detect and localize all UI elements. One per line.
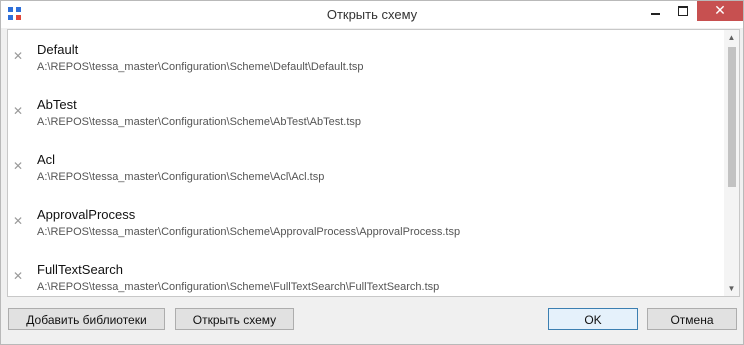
list-item[interactable]: ✕ ApprovalProcess A:\REPOS\tessa_master\… [8,195,724,250]
title-bar: Открыть схему ✕ [1,1,743,28]
open-scheme-button[interactable]: Открыть схему [175,308,294,330]
remove-icon[interactable]: ✕ [13,105,23,117]
scheme-path: A:\REPOS\tessa_master\Configuration\Sche… [37,171,325,183]
scheme-name: Default [37,42,79,57]
window-title: Открыть схему [326,7,418,22]
scroll-down-icon[interactable]: ▼ [724,281,739,296]
open-scheme-dialog: Открыть схему ✕ ✕ Default A:\REPOS\tessa… [0,0,744,345]
close-icon: ✕ [714,2,726,18]
list-item[interactable]: ✕ Acl A:\REPOS\tessa_master\Configuratio… [8,140,724,195]
scheme-name: FullTextSearch [37,262,123,277]
scheme-name: ApprovalProcess [37,207,136,222]
remove-icon[interactable]: ✕ [13,50,23,62]
remove-icon[interactable]: ✕ [13,270,23,282]
scheme-path: A:\REPOS\tessa_master\Configuration\Sche… [37,226,461,238]
scheme-path: A:\REPOS\tessa_master\Configuration\Sche… [37,61,364,73]
list-item[interactable]: ✕ FullTextSearch A:\REPOS\tessa_master\C… [8,250,724,296]
list-item[interactable]: ✕ Default A:\REPOS\tessa_master\Configur… [8,30,724,85]
scroll-up-icon[interactable]: ▲ [724,30,739,45]
add-libraries-button[interactable]: Добавить библиотеки [8,308,165,330]
scroll-thumb[interactable] [728,47,736,187]
vertical-scrollbar[interactable]: ▲ ▼ [724,30,739,296]
scheme-list[interactable]: ✕ Default A:\REPOS\tessa_master\Configur… [7,29,740,297]
close-button[interactable]: ✕ [697,1,743,21]
remove-icon[interactable]: ✕ [13,160,23,172]
ok-button[interactable]: OK [548,308,638,330]
scheme-name: AbTest [37,97,77,112]
list-item[interactable]: ✕ AbTest A:\REPOS\tessa_master\Configura… [8,85,724,140]
maximize-button[interactable] [669,1,697,21]
scheme-name: Acl [37,152,56,167]
cancel-button[interactable]: Отмена [647,308,737,330]
remove-icon[interactable]: ✕ [13,215,23,227]
minimize-button[interactable] [641,1,669,21]
scheme-path: A:\REPOS\tessa_master\Configuration\Sche… [37,281,440,293]
scheme-path: A:\REPOS\tessa_master\Configuration\Sche… [37,116,362,128]
